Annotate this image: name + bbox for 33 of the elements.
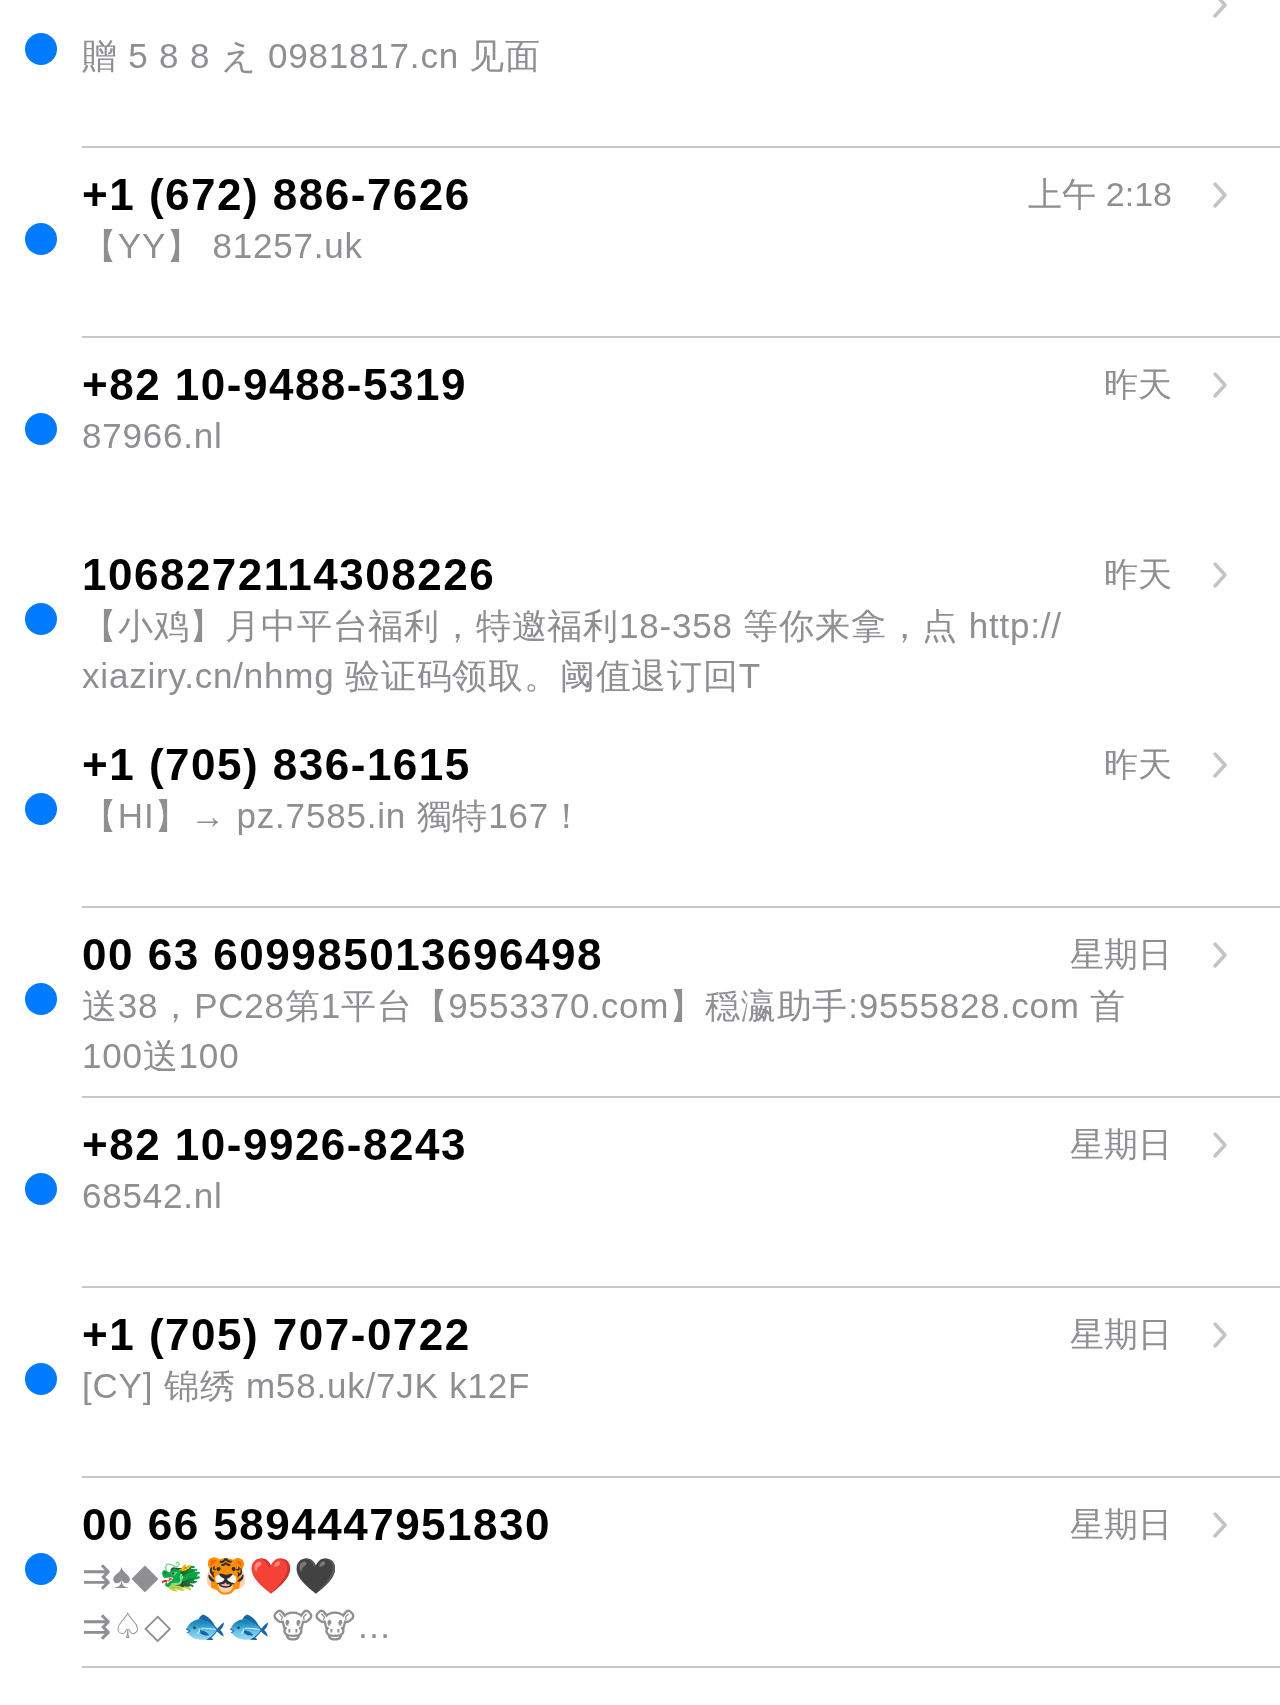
message-preview: 【YY】 81257.uk [82, 225, 364, 267]
message-preview: 贈 5 8 8 え 0981817.cn 见面 [82, 35, 543, 77]
chevron-icon[interactable] [1212, 941, 1228, 969]
chevron-icon[interactable] [1212, 181, 1228, 209]
message-preview: 68542.nl [82, 1175, 224, 1217]
chevron-icon[interactable] [1212, 1321, 1228, 1349]
message-preview: [CY] 锦绣 m58.uk/7JK k12F [82, 1365, 532, 1407]
chevron-icon[interactable] [1212, 751, 1228, 779]
sender-name: 1068272114308226 [82, 550, 497, 600]
chevron-icon[interactable] [1212, 561, 1228, 589]
message-time: 星期日 [1070, 934, 1172, 975]
sender-name: +82 10-9488-5319 [82, 360, 468, 410]
message-time: 上午 2:18 [1028, 174, 1172, 215]
message-preview: 送38，PC28第1平台【9553370.com】穏瀛助手:9555828.com 首 100送100 [82, 985, 1127, 1077]
message-preview: ⇉♠◆🐲🐯❤🖤 ⇉♤◇ 🐟🐟🐮🐮… [82, 1555, 394, 1647]
chevron-icon[interactable] [1212, 1131, 1228, 1159]
message-preview: 【小鸡】月中平台福利，特邀福利18-358 等你来拿，点 http:// xiaziry.cn/nhmg 验证码领取。阈值退订回T [82, 605, 1063, 697]
sender-name: 00 66 5894447951830 [82, 1500, 552, 1550]
message-preview: 【HI】→ pz.7585.in 獨特167！ [82, 795, 586, 837]
message-time: 昨天 [1104, 554, 1172, 595]
sender-name: +1 (705) 836-1615 [82, 740, 472, 790]
message-time: 星期日 [1070, 1314, 1172, 1355]
message-time: 昨天 [1104, 744, 1172, 785]
message-preview: 87966.nl [82, 415, 224, 457]
message-time: 昨天 [1104, 364, 1172, 405]
sender-name: +1 (705) 707-0722 [82, 1310, 472, 1360]
chevron-icon[interactable] [1212, 371, 1228, 399]
sender-name: 00 63 609985013696498 [82, 930, 604, 980]
sender-name: +82 10-9926-8243 [82, 1120, 468, 1170]
message-time: 星期日 [1070, 1504, 1172, 1545]
sender-name: +1 (672) 886-7626 [82, 170, 472, 220]
chevron-icon[interactable] [1212, 1511, 1228, 1539]
message-time: 星期日 [1070, 1124, 1172, 1165]
